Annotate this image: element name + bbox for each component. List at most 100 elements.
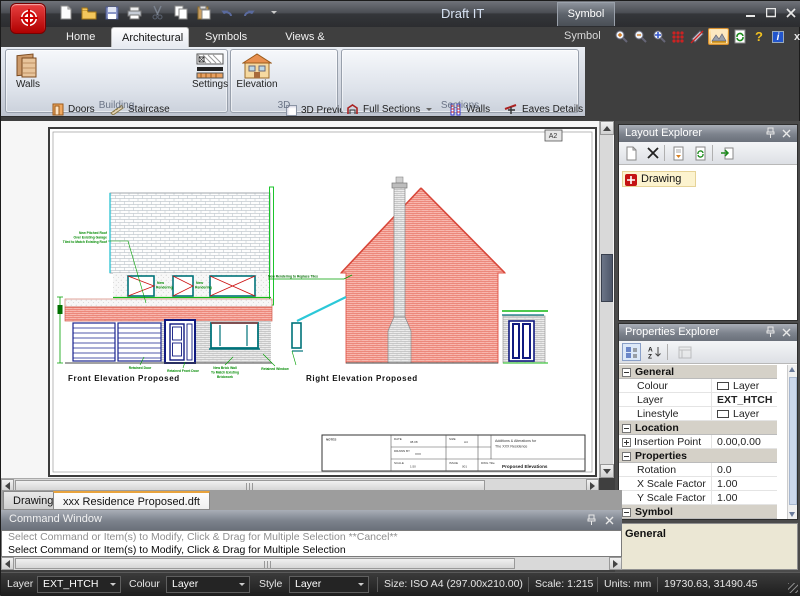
colour-dropdown[interactable]: Layer xyxy=(166,576,250,593)
row-rotation[interactable]: Rotation0.0 xyxy=(619,463,777,477)
command-history[interactable]: Select Command or Item(s) to Modify, Cli… xyxy=(1,530,622,557)
drawing-sheet[interactable]: A2 xyxy=(48,127,597,477)
group-symbol[interactable]: Symbol xyxy=(619,505,777,519)
group-general[interactable]: General xyxy=(619,365,777,379)
open-button[interactable] xyxy=(80,4,97,21)
elevation-button[interactable]: Elevation xyxy=(235,53,279,90)
snap-toggle-icon[interactable] xyxy=(689,28,705,45)
gable-wall[interactable] xyxy=(341,188,505,363)
info-icon[interactable]: i xyxy=(770,28,786,45)
annotation: New xyxy=(196,281,203,285)
row-layer[interactable]: LayerEXT_HTCH xyxy=(619,393,777,407)
app-logo-icon xyxy=(15,7,43,31)
layer-dropdown[interactable]: EXT_HTCH xyxy=(37,576,121,593)
export-layout-icon[interactable] xyxy=(669,144,688,162)
group-properties[interactable]: Properties xyxy=(619,449,777,463)
new-layout-icon[interactable] xyxy=(622,144,641,162)
properties-grid: General ColourLayer LayerEXT_HTCH Linest… xyxy=(619,365,797,519)
row-linestyle[interactable]: LinestyleLayer xyxy=(619,407,777,421)
garage-doors[interactable] xyxy=(73,323,161,361)
scroll-down-button[interactable] xyxy=(600,464,614,478)
row-colour[interactable]: ColourLayer xyxy=(619,379,777,393)
right-elevation[interactable]: New Rendering to Replace Tiles Right Ele… xyxy=(268,177,548,383)
close-ribbon-icon[interactable]: x xyxy=(789,28,800,45)
zoom-extents-icon[interactable] xyxy=(651,28,667,45)
sheet-size-status: Size: ISO A4 (297.00x210.00) xyxy=(384,578,523,590)
tb-issue-label: ISSUE xyxy=(449,461,458,465)
refresh-layout-icon[interactable] xyxy=(691,144,710,162)
right-extension[interactable] xyxy=(502,311,548,363)
sort-az-icon[interactable]: AZ xyxy=(645,343,664,361)
ribbon-group-building: Walls Doors Windows Openings Staircase R… xyxy=(5,49,228,113)
scroll-up-button[interactable] xyxy=(600,121,614,135)
doc-tab-residence[interactable]: xxx Residence Proposed.dft xyxy=(53,491,210,510)
minimize-button[interactable] xyxy=(742,6,759,20)
command-window-header[interactable]: Command Window xyxy=(1,510,622,530)
cut-button[interactable] xyxy=(149,4,166,21)
svg-text:Retained Window: Retained Window xyxy=(261,367,289,371)
settings-button[interactable]: Settings xyxy=(192,53,228,90)
layout-item-drawing[interactable]: Drawing xyxy=(641,173,681,185)
close-button[interactable] xyxy=(782,6,799,20)
document-tab-bar: Drawing1 xxx Residence Proposed.dft xyxy=(1,490,622,510)
row-insertion-point[interactable]: Insertion Point0.00,0.00 xyxy=(619,435,777,449)
redo-button[interactable] xyxy=(241,4,258,21)
walls-button[interactable]: Walls xyxy=(9,53,47,90)
garage-roof-tiles[interactable] xyxy=(65,307,272,321)
context-tab-symbol[interactable]: Symbol xyxy=(557,2,615,26)
grid-toggle-icon[interactable] xyxy=(670,28,686,45)
tab-symbols[interactable]: Symbols xyxy=(195,27,251,47)
property-description-title: General xyxy=(625,528,666,540)
scroll-right-button[interactable] xyxy=(609,557,622,570)
drawing-canvas[interactable]: A2 xyxy=(1,121,614,478)
import-layout-icon[interactable] xyxy=(717,144,736,162)
vscroll-thumb[interactable] xyxy=(601,254,613,302)
canvas-vscrollbar[interactable] xyxy=(599,121,613,478)
sketch-mode-button[interactable] xyxy=(708,28,729,45)
elevation-drawing[interactable]: A2 xyxy=(50,129,595,475)
zoom-in-icon[interactable] xyxy=(613,28,629,45)
tab-views-settings[interactable]: Views & Settings xyxy=(257,27,353,47)
svg-text:A: A xyxy=(648,347,653,354)
group-location[interactable]: Location xyxy=(619,421,777,435)
garage-roof-ridge[interactable] xyxy=(65,299,272,307)
paste-button[interactable] xyxy=(195,4,212,21)
grid-scroll-thumb[interactable] xyxy=(789,377,797,505)
properties-grid-scrollbar[interactable] xyxy=(787,365,797,519)
left-lean-to[interactable] xyxy=(292,297,346,351)
front-ground-window[interactable] xyxy=(209,323,260,349)
front-elevation[interactable]: New Rendering New Rendering xyxy=(57,187,289,383)
layout-explorer-header[interactable]: Layout Explorer xyxy=(619,125,797,142)
categorized-view-icon[interactable] xyxy=(622,343,641,361)
property-pages-icon xyxy=(675,343,694,361)
app-menu-button[interactable] xyxy=(10,3,46,34)
help-icon[interactable]: ? xyxy=(751,28,767,45)
front-upper-windows[interactable] xyxy=(128,276,255,296)
style-dropdown[interactable]: Layer xyxy=(289,576,369,593)
scroll-left-button[interactable] xyxy=(1,557,14,570)
new-button[interactable] xyxy=(57,4,74,21)
command-scrollbar[interactable] xyxy=(1,557,622,570)
maximize-button[interactable] xyxy=(762,6,779,20)
right-annotation: New Rendering to Replace Tiles xyxy=(268,275,352,366)
undo-button[interactable] xyxy=(218,4,235,21)
cmd-scroll-thumb[interactable] xyxy=(15,558,515,569)
copy-button[interactable] xyxy=(172,4,189,21)
resize-grip[interactable] xyxy=(788,583,798,593)
delete-layout-icon[interactable] xyxy=(643,144,662,162)
front-door[interactable] xyxy=(165,320,195,363)
ribbon: Walls Doors Windows Openings Staircase R… xyxy=(1,47,585,117)
save-button[interactable] xyxy=(103,4,120,21)
print-button[interactable] xyxy=(126,4,143,21)
row-y-scale[interactable]: Y Scale Factor1.00 xyxy=(619,491,777,505)
cursor-coordinates: 19730.63, 31490.45 xyxy=(664,578,757,590)
properties-explorer-header[interactable]: Properties Explorer xyxy=(619,324,797,341)
tb-dwg-label: DWG Title xyxy=(481,461,495,465)
tab-architectural[interactable]: Architectural xyxy=(111,27,189,47)
qat-customize-caret[interactable] xyxy=(264,4,281,21)
tab-home[interactable]: Home xyxy=(56,27,104,47)
regen-icon[interactable] xyxy=(732,28,748,45)
row-x-scale[interactable]: X Scale Factor1.00 xyxy=(619,477,777,491)
status-bar: Layer EXT_HTCH Colour Layer Style Layer … xyxy=(1,572,800,596)
zoom-out-icon[interactable] xyxy=(632,28,648,45)
